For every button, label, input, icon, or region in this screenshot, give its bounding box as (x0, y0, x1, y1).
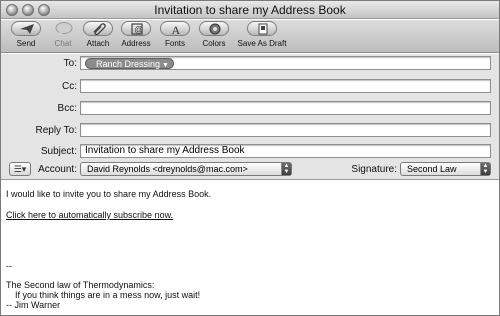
address-label: Address (121, 39, 151, 48)
signature-line: -- Jim Warner (6, 300, 61, 310)
address-book-icon: @ (121, 21, 151, 36)
list-menu-icon: ☰▾ (13, 164, 27, 174)
color-wheel-icon (199, 21, 229, 36)
colors-label: Colors (202, 39, 226, 48)
attach-button[interactable]: Attach (81, 20, 115, 53)
reply-to-field[interactable] (80, 123, 491, 137)
signature-popup[interactable]: Second Law ▲ ▼ (400, 162, 491, 176)
account-popup[interactable]: David Reynolds <dreynolds@mac.com> ▲ ▼ (80, 162, 292, 176)
reply-to-label: Reply To: (35, 125, 77, 136)
fonts-label: Fonts (164, 39, 185, 48)
address-button[interactable]: @ Address (118, 20, 154, 53)
title-bar: Invitation to share my Address Book (1, 1, 499, 19)
signature-line: The Second law of Thermodynamics: (6, 280, 155, 290)
send-label: Send (16, 39, 36, 48)
signature-value: Second Law (407, 164, 457, 174)
message-body[interactable]: I would like to invite you to share my A… (1, 181, 499, 315)
colors-button[interactable]: Colors (198, 20, 230, 53)
cc-label: Cc: (62, 81, 77, 92)
subject-field[interactable]: Invitation to share my Address Book (80, 144, 491, 158)
account-value: David Reynolds <dreynolds@mac.com> (87, 164, 248, 174)
bcc-label: Bcc: (57, 103, 77, 114)
window-title: Invitation to share my Address Book (154, 3, 346, 17)
compose-window: Invitation to share my Address Book Send… (0, 0, 500, 316)
paperclip-icon (83, 21, 113, 36)
signature-separator: -- (6, 261, 12, 271)
save-as-draft-button[interactable]: Save As Draft (234, 20, 290, 53)
fonts-button[interactable]: A Fonts (159, 20, 191, 53)
to-label: To: (63, 58, 77, 69)
send-button[interactable]: Send (9, 20, 43, 53)
save-as-draft-label: Save As Draft (237, 39, 287, 48)
chat-label: Chat (54, 39, 72, 48)
header-options-menu-button[interactable]: ☰▾ (9, 162, 31, 176)
toolbar: Send Chat Attach @ Address A Fonts Color… (1, 20, 499, 53)
cc-field[interactable] (80, 79, 491, 93)
to-field[interactable]: Ranch Dressing ▼ (80, 56, 491, 70)
subscribe-link[interactable]: Click here to automatically subscribe no… (6, 210, 173, 220)
body-line: I would like to invite you to share my A… (6, 189, 212, 199)
recipient-name: Ranch Dressing (96, 59, 161, 69)
fonts-icon: A (160, 21, 190, 36)
popup-arrows-icon: ▲ ▼ (480, 163, 490, 175)
subject-label: Subject: (40, 146, 77, 157)
account-label: Account: (38, 164, 77, 175)
chat-icon (48, 21, 78, 36)
draft-document-icon (247, 21, 277, 36)
recipient-token[interactable]: Ranch Dressing ▼ (85, 58, 174, 69)
signature-label: Signature: (351, 164, 397, 175)
send-icon (11, 21, 41, 36)
svg-text:@: @ (134, 25, 143, 35)
message-headers: To: Ranch Dressing ▼ Cc: Bcc: Reply To: S… (1, 54, 499, 180)
chevron-down-icon: ▼ (162, 62, 169, 69)
chat-button[interactable]: Chat (48, 20, 78, 53)
signature-line: If you think things are in a mess now, j… (15, 290, 201, 300)
attach-label: Attach (86, 39, 110, 48)
svg-text:A: A (172, 23, 181, 35)
popup-arrows-icon: ▲ ▼ (281, 163, 291, 175)
bcc-field[interactable] (80, 101, 491, 115)
